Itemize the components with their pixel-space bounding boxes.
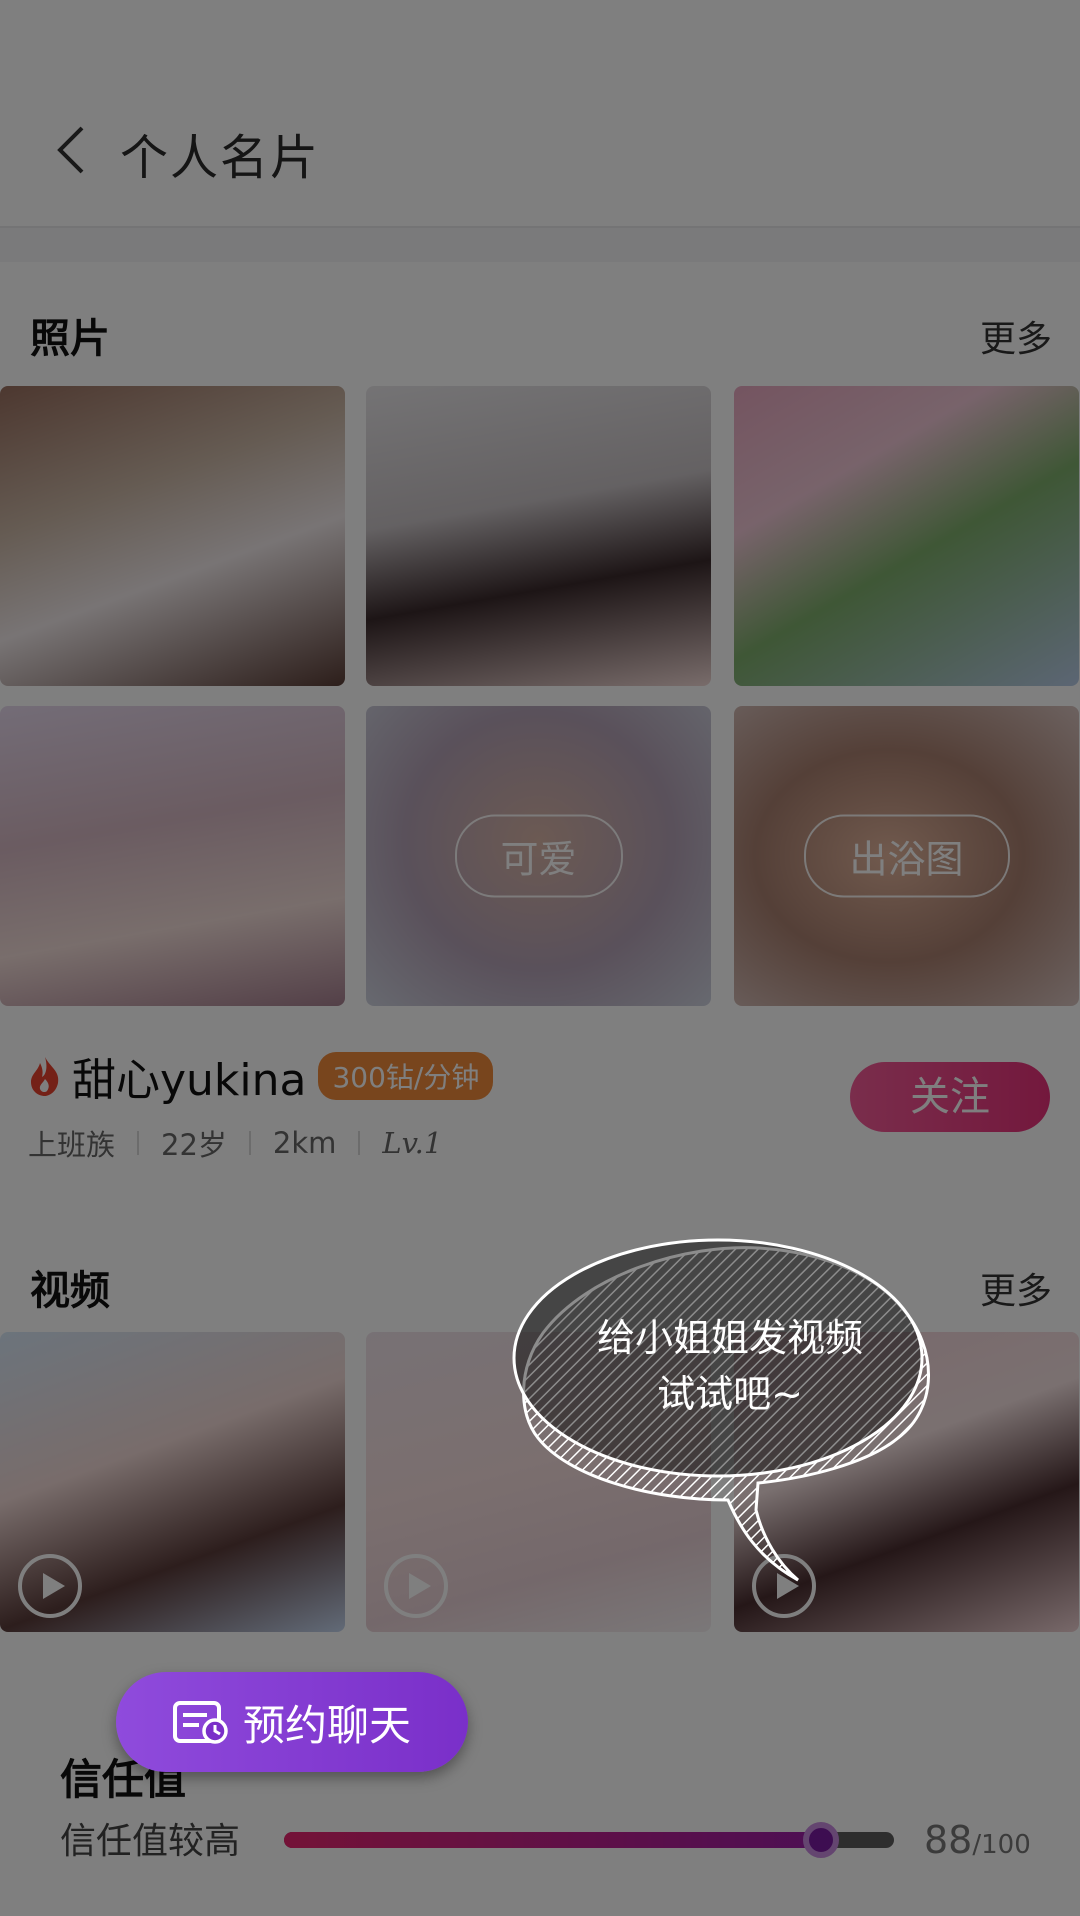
book-chat-label: 预约聊天 [242,1700,411,1750]
guide-overlay[interactable] [0,0,1080,1916]
calendar-clock-icon [172,1701,228,1744]
bubble-line-1: 给小姐姐发视频 [596,1316,863,1360]
bubble-text: 给小姐姐发视频 试试吧~ [540,1310,920,1422]
profile-page: 个人名片 照片 更多 可爱 出浴图 甜心yukina 300钻/分钟 上班族 2… [0,0,1080,1916]
bubble-line-2: 试试吧~ [657,1372,803,1416]
book-chat-button[interactable]: 预约聊天 [116,1672,468,1772]
